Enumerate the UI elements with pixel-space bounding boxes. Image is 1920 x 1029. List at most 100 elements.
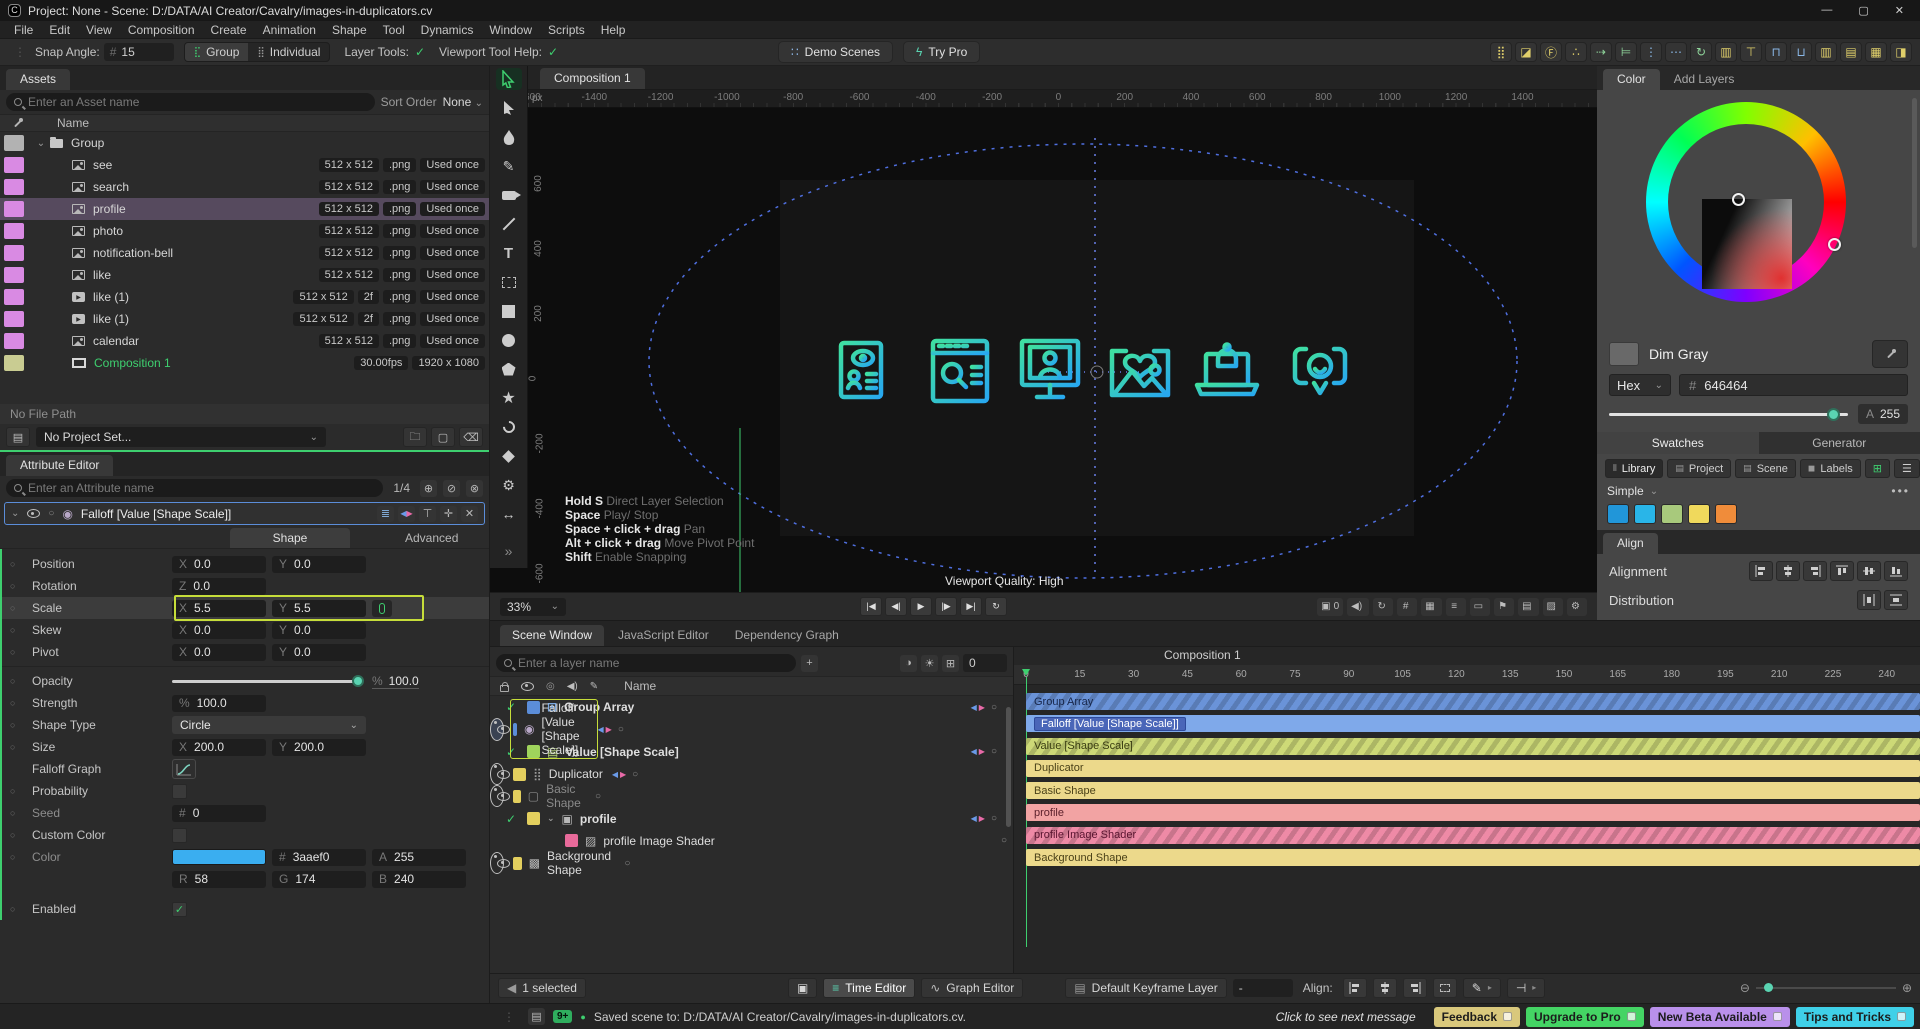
visibility-toggle[interactable]: ✓ <box>497 769 510 779</box>
keyframe-radio[interactable]: ○ <box>10 830 24 840</box>
frame-tool[interactable] <box>496 271 522 293</box>
color-swatch[interactable] <box>1715 504 1737 524</box>
zoom-in-icon[interactable]: ⊕ <box>1902 981 1912 995</box>
folder-icon[interactable]: 🗀 <box>403 427 427 447</box>
attribute-header[interactable]: ⌄ ○ ◉ Falloff [Value [Shape Scale]] ≣ ◀ ▶… <box>4 502 485 525</box>
grid-view-button[interactable]: ⊞ <box>1864 459 1891 478</box>
utility-tool[interactable]: ⚙ <box>496 474 522 496</box>
keyframe-nav[interactable]: ◀ ▶ <box>598 725 612 734</box>
attribute-search-input[interactable]: Enter an Attribute name <box>6 479 384 497</box>
menu-item[interactable]: Edit <box>41 23 78 37</box>
menu-item[interactable]: Composition <box>120 23 203 37</box>
asset-color-swatch[interactable] <box>4 267 24 283</box>
keyframe-circle-icon[interactable]: ○ <box>1001 835 1007 846</box>
rotation-z-field[interactable]: Z 0.0 <box>172 577 266 595</box>
ease-pen-button[interactable]: ✎ ▸ <box>1462 977 1501 998</box>
keyframe-radio[interactable]: ○ <box>10 559 24 569</box>
tab-swatches[interactable]: Swatches <box>1597 432 1759 454</box>
flare-icon[interactable]: ☀ <box>921 654 938 672</box>
maximize-button[interactable]: ▢ <box>1858 4 1868 17</box>
duplicator-grid-icon[interactable]: ⣿ <box>1490 42 1512 62</box>
tab-color[interactable]: Color <box>1603 69 1660 90</box>
trim-handles-button[interactable]: ⊣ ▸ <box>1506 977 1546 998</box>
align-keys-center-button[interactable] <box>1372 977 1397 998</box>
project-button[interactable]: ▤ Project <box>1667 459 1732 478</box>
align-bottom-button[interactable] <box>1884 561 1908 581</box>
asset-name[interactable]: like (1) <box>93 290 129 304</box>
align-right-button[interactable] <box>1803 561 1827 581</box>
status-button[interactable]: Upgrade to Pro <box>1526 1006 1644 1027</box>
chevron-down-icon[interactable]: ⌄ <box>11 508 19 519</box>
layer-color-swatch[interactable] <box>513 789 521 803</box>
asset-color-swatch[interactable] <box>4 333 24 349</box>
keyframe-nav[interactable]: ◀ ▶ <box>971 747 985 756</box>
keyframe-radio[interactable]: ○ <box>10 808 24 818</box>
distribute-rows-icon[interactable]: ▤ <box>1840 42 1862 62</box>
skip-to-start-button[interactable]: |◀ <box>860 597 882 616</box>
shape-type-select[interactable]: Circle ⌄ <box>172 716 366 734</box>
zoom-select[interactable]: 33% ⌄ <box>500 597 566 616</box>
menu-item[interactable]: Tool <box>375 23 413 37</box>
seed-field[interactable]: #0 <box>172 804 266 822</box>
asset-row[interactable]: ⌄ ▶ Group <box>0 132 489 154</box>
group-mode-button[interactable]: ⣏ Group <box>184 43 249 61</box>
scatter-icon[interactable]: ∴ <box>1565 42 1587 62</box>
overlays-icon[interactable]: ≡ <box>1445 597 1466 616</box>
timeline-bar[interactable]: Falloff [Value [Shape Scale]] <box>1026 715 1920 733</box>
star-tool[interactable]: ★ <box>496 387 522 409</box>
layer-name[interactable]: Background Shape <box>547 849 615 877</box>
asset-row[interactable]: ⌄ ▶ profile 512 x 512 .png Used once <box>0 198 489 220</box>
keyframe-nav-icon[interactable]: ◀ ▶ <box>398 505 415 522</box>
keyframe-radio[interactable]: ○ <box>10 742 24 752</box>
color-swatch[interactable] <box>1688 504 1710 524</box>
viewport-canvas[interactable]: px -1600 -1400 -1200 -1000 -800 -600 -400 -200 0… <box>490 90 1597 592</box>
keyframe-radio[interactable]: ○ <box>10 676 24 686</box>
line-tool[interactable] <box>496 213 522 235</box>
chevron-down-icon[interactable]: ⌄ <box>547 813 555 824</box>
align-top-icon[interactable]: ⊓ <box>1765 42 1787 62</box>
asset-row[interactable]: ⌄ ▶ Composition 1 30.00fps 1920 x 1080 <box>0 352 489 374</box>
timeline-ruler[interactable]: 0153045607590105120135150165180195210225… <box>1014 665 1920 685</box>
asset-name[interactable]: see <box>93 158 112 172</box>
stagger-vertical-icon[interactable]: ⋮ <box>1640 42 1662 62</box>
hex-input[interactable]: #646464 <box>1679 374 1908 396</box>
refresh-icon[interactable]: ↻ <box>1373 597 1394 616</box>
scale-x-field[interactable]: X 5.5 <box>172 599 266 617</box>
distribute-h-button[interactable] <box>1857 590 1881 610</box>
asset-name[interactable]: notification-bell <box>93 246 173 260</box>
slider-knob[interactable] <box>1826 407 1840 421</box>
scene-button[interactable]: ▤ Scene <box>1735 459 1796 478</box>
asset-color-swatch[interactable] <box>4 201 24 217</box>
eyedropper-button[interactable] <box>1872 340 1908 368</box>
asset-color-swatch[interactable] <box>4 311 24 327</box>
marquee-icon[interactable] <box>1432 977 1457 998</box>
stack-icon[interactable]: ⊞ <box>942 654 959 672</box>
snap-angle-field[interactable]: #15 <box>103 43 174 61</box>
keyframe-circle-icon[interactable]: ○ <box>991 813 997 824</box>
zoom-out-icon[interactable]: ⊖ <box>1740 981 1750 995</box>
status-button[interactable]: Tips and Tricks <box>1795 1006 1914 1027</box>
asset-row[interactable]: ⌄ ▶ photo 512 x 512 .png Used once <box>0 220 489 242</box>
tab-composition-1[interactable]: Composition 1 <box>540 68 645 89</box>
loop-button[interactable]: ↻ <box>985 597 1007 616</box>
expand-tools-button[interactable]: » <box>496 540 522 562</box>
size-y-field[interactable]: Y 200.0 <box>272 738 366 756</box>
probability-checkbox[interactable] <box>172 783 187 799</box>
align-keys-left-button[interactable] <box>1342 977 1367 998</box>
scrollbar[interactable] <box>1912 98 1917 248</box>
tab-generator[interactable]: Generator <box>1758 432 1920 454</box>
asset-color-swatch[interactable] <box>4 289 24 305</box>
menu-item[interactable]: Create <box>203 23 255 37</box>
asset-name[interactable]: like <box>93 268 111 282</box>
sv-marker[interactable] <box>1732 193 1745 206</box>
scrollbar[interactable] <box>1006 707 1011 827</box>
layer-color-swatch[interactable] <box>527 812 540 826</box>
keyframe-radio[interactable]: ○ <box>10 625 24 635</box>
asset-row[interactable]: ⌄ ▶ search 512 x 512 .png Used once <box>0 176 489 198</box>
cube-icon[interactable]: ◪ <box>1515 42 1537 62</box>
stagger-horizontal-icon[interactable]: ⋯ <box>1665 42 1687 62</box>
bounds-icon[interactable]: ▭ <box>1469 597 1491 616</box>
timeline-bar[interactable]: Value [Shape Scale] <box>1026 737 1920 755</box>
pen-tool[interactable] <box>496 126 522 148</box>
target-icon[interactable]: ✛ <box>440 505 457 522</box>
